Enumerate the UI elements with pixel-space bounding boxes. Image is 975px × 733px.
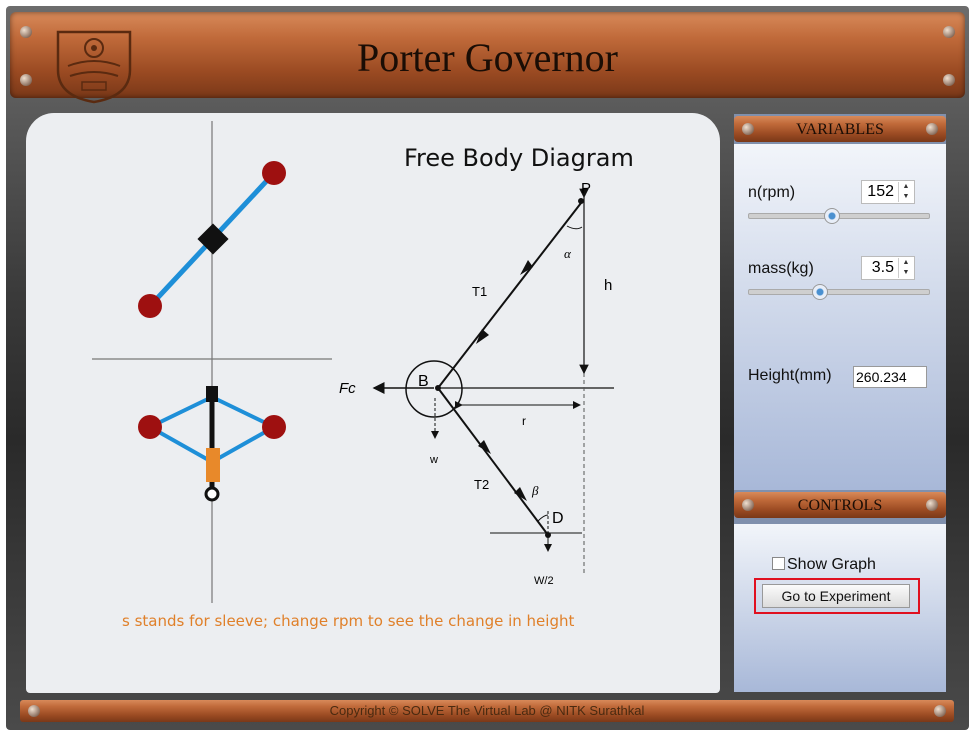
label-beta: β [531, 483, 539, 498]
header-bar: Porter Governor [10, 12, 965, 104]
pivot-P [578, 198, 584, 204]
label-P: P [581, 180, 591, 197]
variables-header: VARIABLES [734, 116, 946, 142]
stepper-down-icon[interactable]: ▼ [899, 192, 913, 202]
label-T2: T2 [474, 477, 489, 492]
stepper-up-icon[interactable]: ▲ [899, 258, 913, 268]
governor-ball [262, 161, 286, 185]
pivot-B [435, 385, 441, 391]
show-graph-toggle[interactable]: Show Graph [772, 556, 876, 574]
label-B: B [418, 373, 429, 390]
show-graph-label: Show Graph [787, 556, 876, 573]
ball-circle [405, 360, 463, 418]
link-T2 [437, 387, 549, 536]
label-w: w [429, 454, 438, 466]
label-Fc: Fc [339, 380, 356, 397]
controls-header: CONTROLS [734, 492, 946, 518]
label-alpha: α [564, 246, 572, 261]
diagram-area: P α T1 h Fc B r w T2 β D W/2 [92, 121, 614, 603]
rpm-slider[interactable] [748, 208, 930, 224]
footer-bar: Copyright © SOLVE The Virtual Lab @ NITK… [20, 700, 954, 722]
go-to-experiment-highlight: Go to Experiment [754, 578, 920, 614]
label-W2: W/2 [534, 575, 554, 587]
mass-slider[interactable] [748, 284, 930, 300]
label-D: D [552, 510, 564, 527]
governor-ball [138, 294, 162, 318]
diagram-title: Free Body Diagram [404, 144, 634, 172]
sleeve [206, 448, 220, 482]
governor-ball [138, 415, 162, 439]
height-output: 260.234 [853, 366, 927, 388]
variables-panel: n(rpm) 152 ▲ ▼ mass(kg) 3.5 ▲ ▼ Height(mm)… [734, 144, 946, 490]
mass-label: mass(kg) [748, 260, 814, 277]
mass-stepper[interactable]: ▲ ▼ [898, 258, 913, 278]
rpm-stepper[interactable]: ▲ ▼ [898, 182, 913, 202]
rpm-slider-thumb[interactable] [823, 208, 840, 224]
mass-input[interactable]: 3.5 ▲ ▼ [861, 256, 915, 280]
variables-title: VARIABLES [796, 121, 884, 138]
link-T1 [437, 202, 582, 389]
height-label: Height(mm) [748, 367, 832, 384]
rpm-label: n(rpm) [748, 184, 796, 201]
controls-title: CONTROLS [797, 497, 883, 514]
spindle-top [206, 386, 218, 402]
controls-panel: Show Graph Go to Experiment [734, 524, 946, 692]
label-h: h [604, 277, 612, 294]
copyright-text: Copyright © SOLVE The Virtual Lab @ NITK… [329, 703, 645, 718]
show-graph-checkbox[interactable] [772, 557, 785, 570]
label-T1: T1 [472, 284, 487, 299]
go-to-experiment-button[interactable]: Go to Experiment [762, 584, 910, 608]
alpha-angle-arc [566, 225, 583, 230]
sleeve-pivot [204, 486, 220, 502]
page-title: Porter Governor [356, 35, 619, 80]
instruction-note: s stands for sleeve; change rpm to see t… [122, 612, 575, 630]
rpm-input[interactable]: 152 ▲ ▼ [861, 180, 915, 204]
label-r: r [522, 414, 526, 428]
side-panel: VARIABLES n(rpm) 152 ▲ ▼ mass(kg) 3.5 ▲ ▼ … [734, 114, 946, 692]
mass-value: 3.5 [871, 259, 894, 276]
mass-slider-thumb[interactable] [812, 284, 829, 300]
beta-angle-arc [537, 514, 549, 522]
stepper-up-icon[interactable]: ▲ [899, 182, 913, 192]
stepper-down-icon[interactable]: ▼ [899, 268, 913, 278]
tension-arrow-head [478, 440, 491, 454]
rpm-value: 152 [867, 183, 894, 200]
governor-ball [262, 415, 286, 439]
